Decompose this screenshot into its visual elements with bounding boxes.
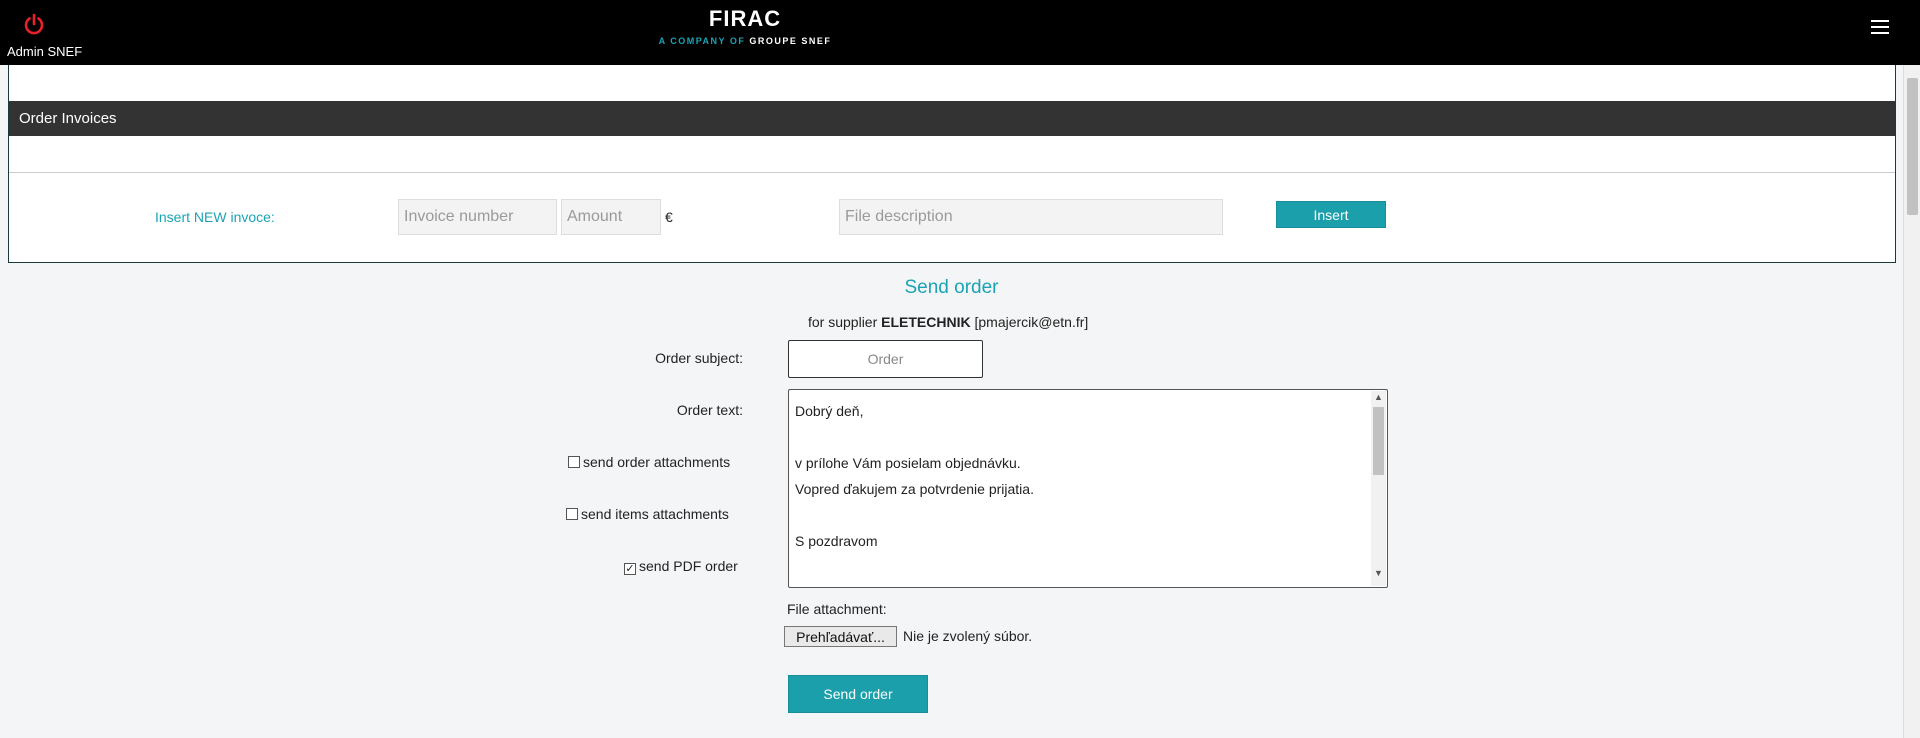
insert-invoice-form: Insert NEW invoce: € Insert (9, 173, 1895, 262)
top-navbar: Admin SNEF FIRAC A COMPANY OF GROUPE SNE… (0, 0, 1920, 65)
chevron-up-icon[interactable]: ▲ (1374, 392, 1383, 402)
insert-invoice-label: Insert NEW invoce: (155, 209, 275, 225)
hamburger-menu-icon[interactable] (1871, 20, 1889, 36)
send-order-button[interactable]: Send order (788, 675, 928, 713)
send-pdf-order-option[interactable]: ✓ send PDF order (624, 558, 738, 575)
logo-tagline-prefix: A COMPANY OF (658, 36, 746, 46)
order-text-label: Order text: (676, 402, 743, 418)
send-pdf-order-label: send PDF order (639, 558, 738, 574)
page-scrollbar-thumb[interactable] (1907, 78, 1918, 215)
section-title-order-invoices: Order Invoices (9, 101, 1895, 136)
send-pdf-order-checkbox[interactable]: ✓ (624, 563, 636, 575)
order-text-area[interactable]: Dobrý deň, v prílohe Vám posielam objedn… (788, 389, 1388, 588)
no-file-selected-text: Nie je zvolený súbor. (903, 628, 1033, 644)
logo-text: FIRAC (708, 6, 782, 31)
send-order-title: Send order (0, 277, 1903, 299)
supplier-name: ELETECHNIK (881, 314, 971, 330)
send-items-attachments-option[interactable]: send items attachments (566, 506, 729, 522)
power-icon[interactable] (22, 12, 46, 36)
user-name: Admin SNEF (7, 44, 83, 59)
supplier-email: [pmajercik@etn.fr] (974, 314, 1089, 330)
amount-input[interactable] (561, 199, 661, 235)
send-order-attachments-label: send order attachments (583, 454, 731, 470)
order-subject-input[interactable] (788, 340, 983, 378)
page-scrollbar[interactable] (1903, 65, 1920, 738)
order-subject-label: Order subject: (655, 350, 743, 366)
supplier-info: for supplier ELETECHNIK [pmajercik@etn.f… (808, 314, 1088, 330)
file-attachment-label: File attachment: (787, 601, 887, 617)
supplier-prefix: for supplier (808, 314, 878, 330)
send-order-title-text: Send order (904, 277, 999, 298)
currency-symbol: € (665, 209, 673, 225)
logo-tagline: A COMPANY OF GROUPE SNEF (650, 36, 840, 46)
invoice-number-input[interactable] (398, 199, 557, 235)
company-logo[interactable]: FIRAC A COMPANY OF GROUPE SNEF (650, 6, 840, 46)
textarea-scrollbar-thumb[interactable] (1373, 407, 1384, 475)
logo-tagline-brand: GROUPE SNEF (749, 36, 832, 46)
send-order-attachments-checkbox[interactable] (568, 456, 580, 468)
order-invoices-panel: Order Invoices Insert NEW invoce: € Inse… (8, 65, 1896, 263)
send-items-attachments-label: send items attachments (581, 506, 729, 522)
file-description-input[interactable] (839, 199, 1223, 235)
send-order-attachments-option[interactable]: send order attachments (568, 454, 730, 470)
textarea-scrollbar[interactable]: ▲ ▼ (1371, 391, 1386, 586)
chevron-down-icon[interactable]: ▼ (1374, 568, 1383, 578)
browse-file-button[interactable]: Prehľadávať... (784, 626, 897, 647)
order-text-content: Dobrý deň, v prílohe Vám posielam objedn… (795, 403, 1034, 549)
panel-spacer (9, 65, 1895, 101)
invoice-list-empty-row (9, 136, 1895, 173)
send-items-attachments-checkbox[interactable] (566, 508, 578, 520)
insert-invoice-button[interactable]: Insert (1276, 201, 1386, 228)
